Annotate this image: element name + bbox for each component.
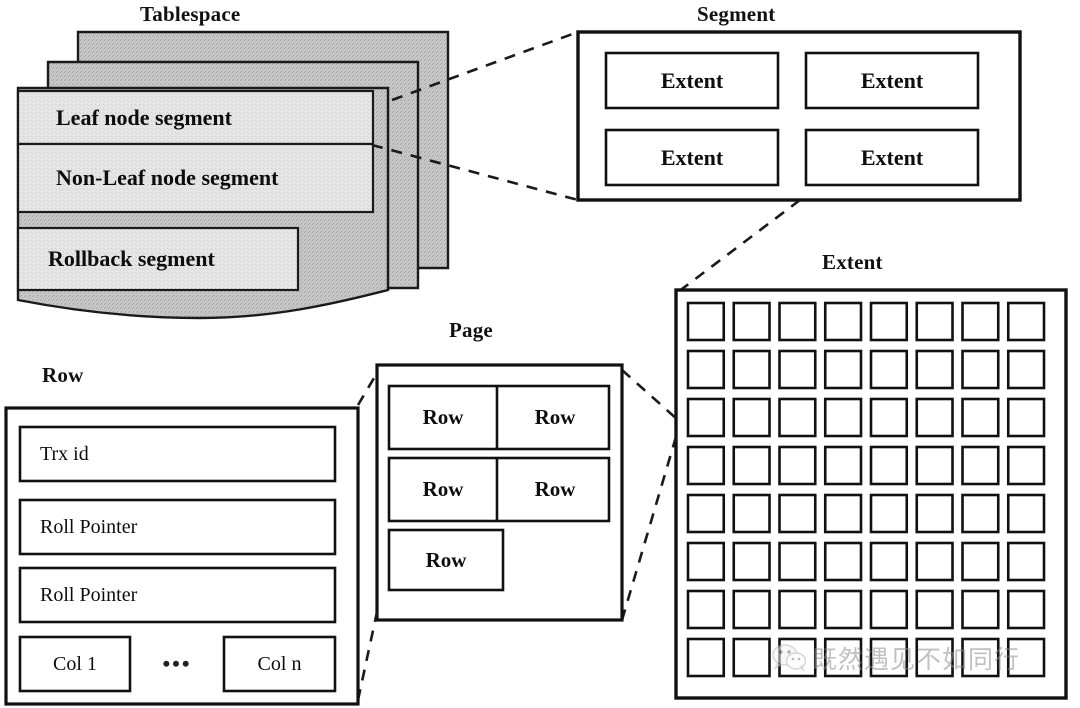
extent-page-cell <box>869 493 909 534</box>
extent-page-cell <box>915 301 954 342</box>
extent-page-cell <box>686 541 726 582</box>
row-column-label-first: Col 1 <box>53 652 97 675</box>
page-row-label-1: Row <box>422 405 464 429</box>
row-field-label-roll-pointer-1: Roll Pointer <box>40 515 138 538</box>
extent-page-cell <box>1006 589 1046 630</box>
extent-page-cell <box>686 349 726 390</box>
extent-page-cell <box>915 637 954 678</box>
extent-page-cell <box>686 397 726 438</box>
extent-page-cell <box>961 397 1000 438</box>
connector-extent-to-page <box>620 369 680 621</box>
row-field-label-trx-id: Trx id <box>40 442 89 465</box>
extent-page-cell <box>961 541 1000 582</box>
extent-page-cell <box>1006 301 1046 342</box>
extent-page-cell <box>961 301 1000 342</box>
extent-page-cell <box>869 541 909 582</box>
extent-page-cell <box>732 397 771 438</box>
extent-page-cell <box>778 541 817 582</box>
extent-page-cell <box>1006 349 1046 390</box>
extent-page-cell <box>778 445 817 486</box>
tablespace-title: Tablespace <box>140 2 241 26</box>
extent-page-cell <box>823 397 863 438</box>
connector-segment-to-extent <box>677 198 801 294</box>
segment-extent-label-1: Extent <box>660 67 724 93</box>
extent-page-cell <box>1006 541 1046 582</box>
extent-page-cell <box>869 589 909 630</box>
connector-page-to-row <box>356 372 379 701</box>
extent-page-cell <box>915 493 954 534</box>
extent-page-cell <box>778 397 817 438</box>
extent-page-cell <box>732 349 771 390</box>
extent-page-cell <box>1006 637 1046 678</box>
extent-page-cell <box>732 637 771 678</box>
extent-page-cell <box>686 445 726 486</box>
row-title: Row <box>42 363 84 387</box>
extent-page-cell <box>869 301 909 342</box>
extent-page-cell <box>1006 493 1046 534</box>
segment-extent-label-2: Extent <box>860 67 924 93</box>
extent-page-cell <box>1006 397 1046 438</box>
tablespace-segment-label-non-leaf: Non-Leaf node segment <box>56 165 279 190</box>
extent-page-cell <box>732 589 771 630</box>
extent-page-cell <box>961 493 1000 534</box>
row-column-label-last: Col n <box>257 652 302 675</box>
extent-page-cell <box>869 637 909 678</box>
extent-page-cell <box>869 445 909 486</box>
page-title: Page <box>449 318 493 342</box>
extent-page-cell <box>778 493 817 534</box>
extent-page-cell <box>778 301 817 342</box>
extent-page-cell <box>732 445 771 486</box>
extent-page-cell <box>732 301 771 342</box>
extent-page-cell <box>915 397 954 438</box>
extent-page-cell <box>869 349 909 390</box>
extent-title: Extent <box>822 250 883 274</box>
segment-extent-label-3: Extent <box>660 144 724 170</box>
extent-page-cell <box>686 301 726 342</box>
page-row-label-5: Row <box>425 547 467 572</box>
extent-page-cell <box>823 493 863 534</box>
extent-page-cell <box>686 637 726 678</box>
extent-group <box>674 288 1068 700</box>
row-column-ellipsis: ••• <box>162 651 192 676</box>
extent-page-cell <box>961 445 1000 486</box>
extent-page-cell <box>961 589 1000 630</box>
page-row-label-4: Row <box>534 477 576 501</box>
extent-page-cell <box>869 397 909 438</box>
extent-page-cell <box>778 637 817 678</box>
extent-page-cell <box>1006 445 1046 486</box>
extent-page-cell <box>915 541 954 582</box>
extent-page-cell <box>823 589 863 630</box>
extent-page-cell <box>961 637 1000 678</box>
extent-page-cell <box>915 589 954 630</box>
row-field-label-roll-pointer-2: Roll Pointer <box>40 583 138 606</box>
extent-page-cell <box>778 589 817 630</box>
tablespace-segment-label-rollback: Rollback segment <box>48 246 215 271</box>
extent-page-cell <box>778 349 817 390</box>
extent-page-cell <box>823 349 863 390</box>
page-row-label-3: Row <box>422 477 464 501</box>
segment-title: Segment <box>697 2 776 26</box>
extent-page-cell <box>823 541 863 582</box>
extent-page-cell <box>961 349 1000 390</box>
page-row-label-2: Row <box>534 405 576 429</box>
extent-page-cell <box>823 445 863 486</box>
extent-page-cell <box>732 541 771 582</box>
extent-page-cell <box>686 589 726 630</box>
tablespace-segment-label-leaf: Leaf node segment <box>56 104 232 130</box>
extent-page-cell <box>823 637 863 678</box>
extent-page-cell <box>686 493 726 534</box>
segment-extent-label-4: Extent <box>860 144 924 170</box>
extent-page-cell <box>732 493 771 534</box>
extent-page-cell <box>915 349 954 390</box>
extent-page-cell <box>823 301 863 342</box>
extent-page-cell <box>915 445 954 486</box>
